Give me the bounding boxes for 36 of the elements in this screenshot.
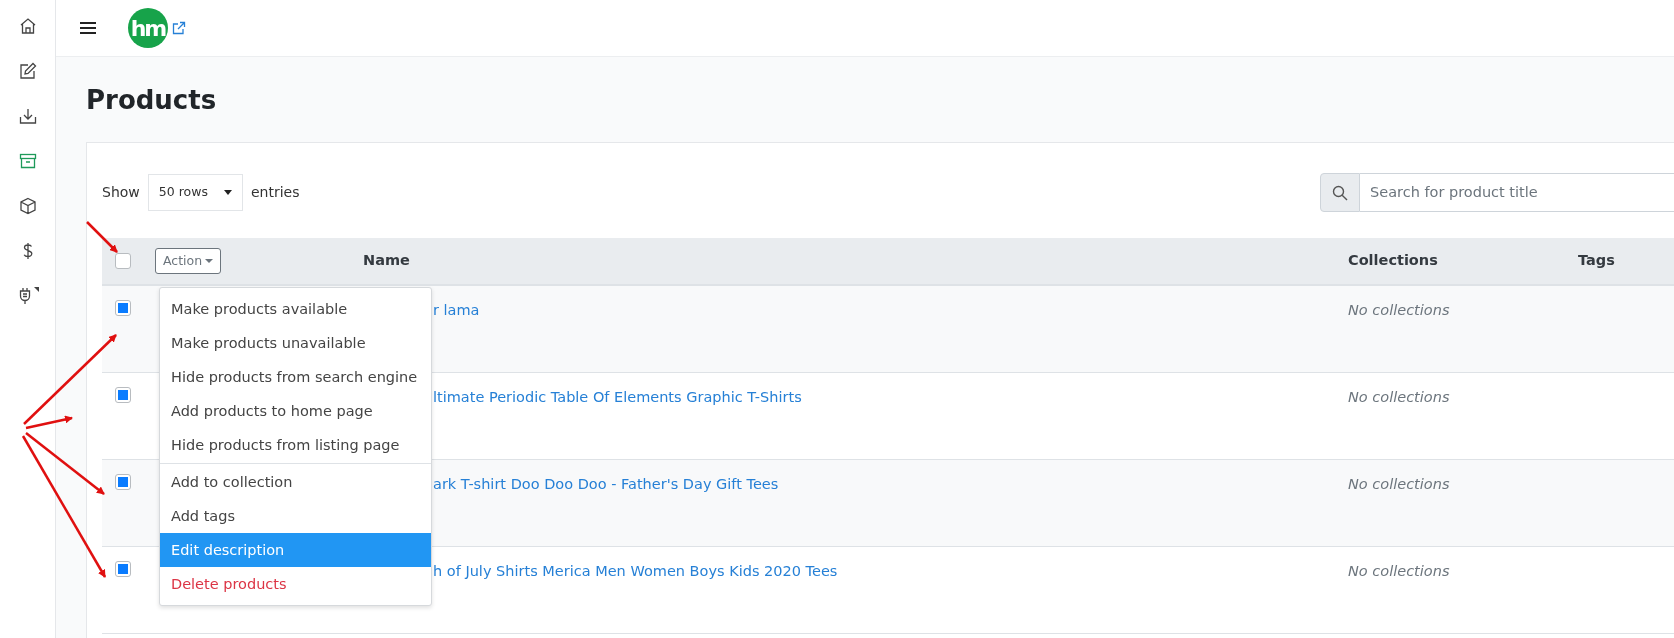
menu-item[interactable]: Hide products from listing page <box>160 428 431 462</box>
collections-text: No collections <box>1348 389 1450 405</box>
row-checkbox[interactable] <box>115 387 131 403</box>
menu-item[interactable]: Make products available <box>160 292 431 326</box>
menu-item[interactable]: Hide products from search engine <box>160 360 431 394</box>
annotation-arrow <box>86 221 118 253</box>
product-link[interactable]: r lama <box>433 302 480 318</box>
row-checkbox[interactable] <box>115 300 131 316</box>
collections-text: No collections <box>1348 563 1450 579</box>
caret-icon <box>205 259 214 264</box>
column-header: Name <box>363 252 410 269</box>
entries-label: entries <box>250 183 300 202</box>
menu-item[interactable]: Add to collection <box>160 465 431 499</box>
caret-icon <box>223 190 232 195</box>
column-header: Collections <box>1348 252 1438 269</box>
collections-text: No collections <box>1348 302 1450 318</box>
row-checkbox[interactable] <box>115 561 131 577</box>
product-link[interactable]: ltimate Periodic Table Of Elements Graphic T-Shirts <box>433 389 802 405</box>
select-all-checkbox[interactable] <box>115 253 131 269</box>
page-title: Products <box>86 84 218 117</box>
menu-item[interactable]: Make products unavailable <box>160 326 431 360</box>
product-link[interactable]: h of July Shirts Merica Men Women Boys Kids 2020 Tees <box>433 563 838 579</box>
external-link-icon[interactable] <box>172 21 186 35</box>
search-field[interactable]: Search for product title <box>1360 173 1674 212</box>
menu-item[interactable]: Add products to home page <box>160 394 431 428</box>
collections-text: No collections <box>1348 476 1450 492</box>
row-checkbox[interactable] <box>115 474 131 490</box>
search-icon <box>1332 184 1348 201</box>
action-dropdown-button[interactable]: Action <box>155 247 222 275</box>
column-header: Tags <box>1578 252 1615 269</box>
menu-item[interactable]: Add tags <box>160 499 431 533</box>
product-link[interactable]: ark T-shirt Doo Doo Doo - Father's Day Gift Tees <box>433 476 779 492</box>
show-label: Show <box>102 183 140 202</box>
rows-select[interactable]: 50 rows <box>147 174 243 211</box>
menu-icon[interactable] <box>80 21 96 35</box>
menu-item[interactable]: Delete products <box>160 567 431 601</box>
